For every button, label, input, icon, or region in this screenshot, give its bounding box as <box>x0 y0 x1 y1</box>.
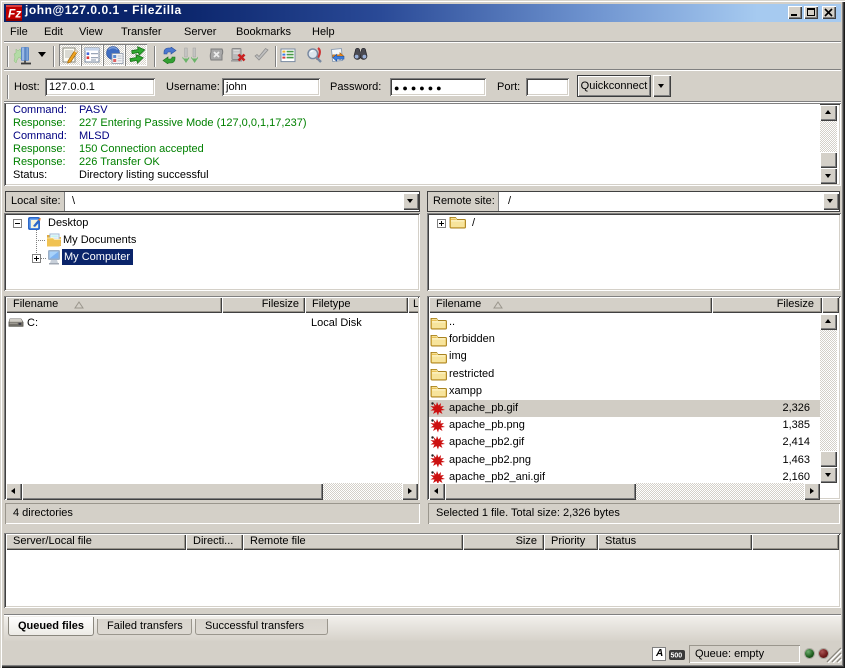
svg-text:Fz: Fz <box>8 7 21 21</box>
svg-text:500: 500 <box>671 653 683 660</box>
